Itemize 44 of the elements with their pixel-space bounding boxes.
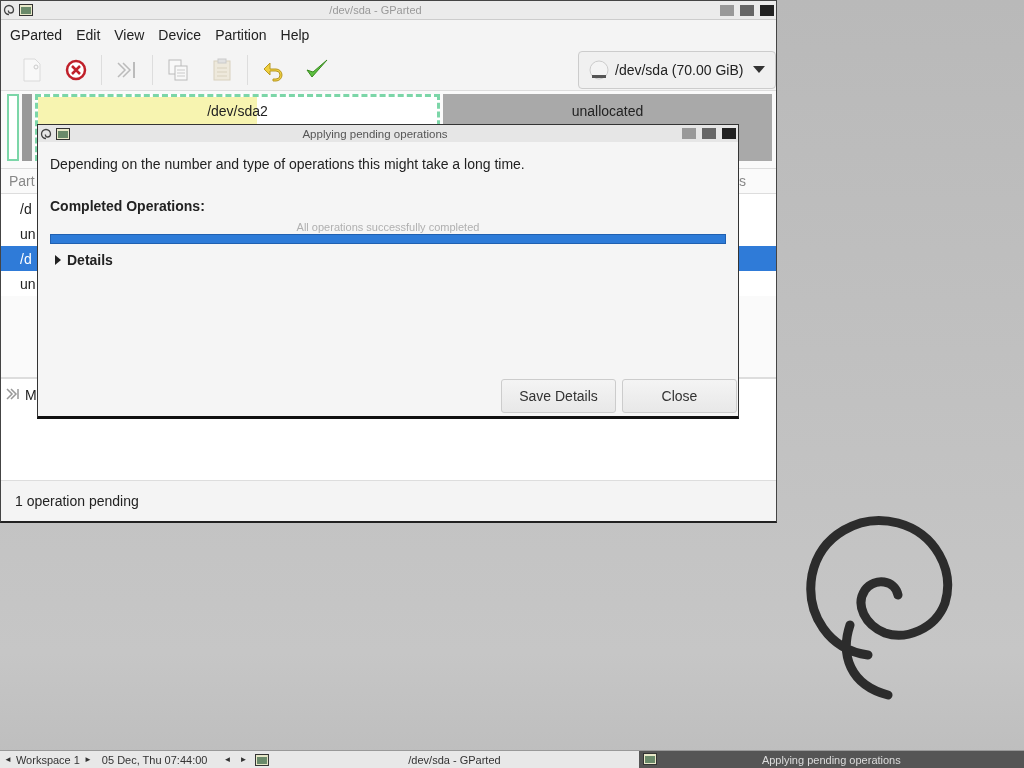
clock: 05 Dec, Thu 07:44:00 [101, 753, 208, 766]
triangle-icon [54, 255, 62, 265]
operation-item: M [25, 387, 37, 403]
section-label: Completed Operations: [50, 198, 206, 214]
partition-block[interactable] [7, 94, 19, 161]
menu-item[interactable]: GParted [3, 27, 70, 43]
window-icon [56, 127, 70, 140]
taskbar-task[interactable]: Applying pending operations [638, 751, 1024, 768]
progress-text: All operations successfully completed [295, 221, 481, 233]
caret-icon [753, 66, 765, 74]
taskbar-task[interactable]: /dev/sda - GParted [273, 751, 636, 768]
window-title: /dev/sda - GParted [328, 4, 423, 16]
previous-button[interactable]: ◄ [219, 755, 236, 764]
dialog-button[interactable]: Close [622, 379, 737, 413]
partition-label: unallocated [571, 103, 644, 121]
dialog-title: Applying pending operations [301, 127, 449, 140]
partition-block[interactable] [22, 94, 32, 161]
minimize-button[interactable] [720, 4, 734, 16]
column-header[interactable]: s [739, 173, 746, 189]
next-button[interactable]: ► [79, 755, 96, 764]
swirl-icon [3, 4, 15, 16]
menu-item[interactable]: Help [273, 27, 317, 43]
window-icon [19, 4, 33, 16]
menu-item[interactable]: Device [151, 27, 209, 43]
dialog-message: Depending on the number and type of operations this might take a long time. [50, 156, 526, 172]
menu-item[interactable]: Partition [208, 27, 274, 43]
swirl-icon [40, 127, 52, 140]
window-icon [255, 753, 270, 766]
menu-item[interactable]: Edit [69, 27, 108, 43]
details-expander[interactable]: Details [50, 252, 113, 268]
menu-item[interactable]: View [107, 27, 152, 43]
minimize-button[interactable] [682, 128, 696, 139]
previous-button[interactable]: ◄ [0, 755, 16, 764]
window-icon [642, 753, 657, 765]
disk-icon [589, 60, 609, 80]
next-button[interactable]: ► [235, 755, 252, 764]
dialog-button[interactable]: Save Details [501, 379, 616, 413]
maximize-button[interactable] [740, 4, 754, 16]
status-bar: 1 operation pending [1, 480, 776, 521]
workspace-label: Workspace 1 [15, 753, 80, 766]
resize-icon [5, 387, 19, 401]
partition-label: /dev/sda2 [207, 103, 268, 121]
device-dropdown[interactable]: /dev/sda (70.00 GiB) [578, 51, 776, 89]
close-button[interactable] [760, 4, 774, 16]
